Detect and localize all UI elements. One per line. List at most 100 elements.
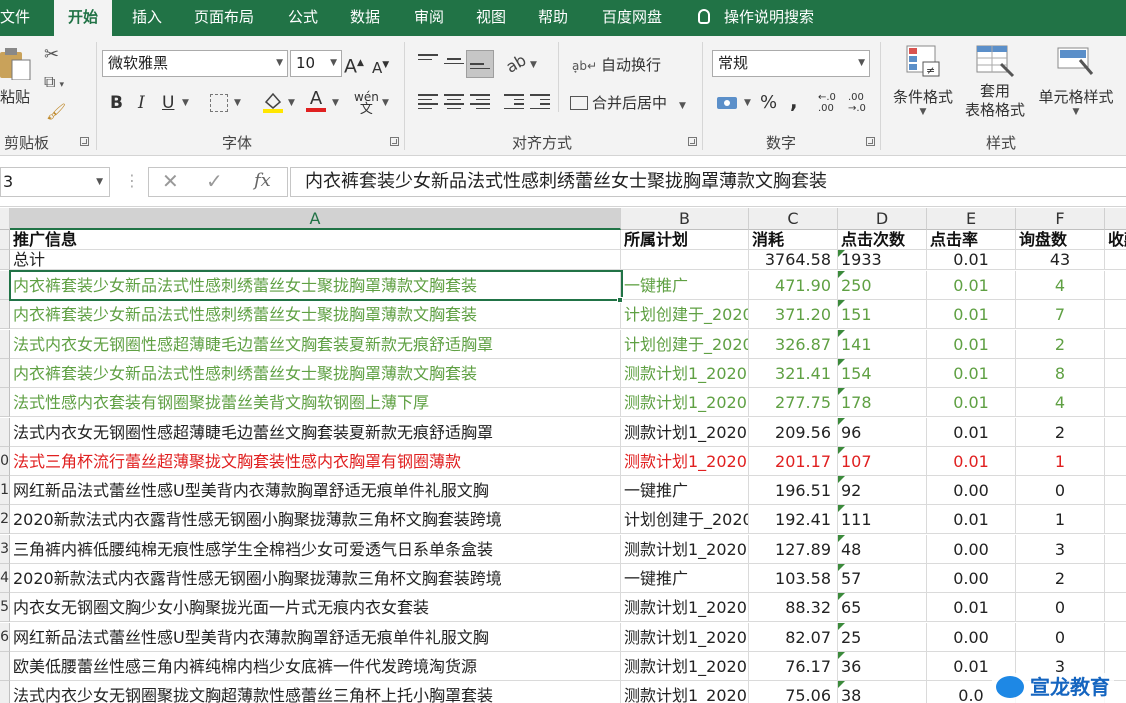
- plan-cell[interactable]: 计划创建于_2020: [621, 505, 749, 534]
- total-cost-cell[interactable]: 3764.58: [749, 250, 838, 270]
- borders-icon[interactable]: [210, 94, 228, 112]
- row-header[interactable]: [0, 250, 10, 270]
- clicks-cell[interactable]: 141: [838, 330, 927, 359]
- ctr-cell[interactable]: 0.01: [927, 359, 1016, 388]
- orientation-icon[interactable]: ab: [503, 50, 530, 76]
- info-cell[interactable]: 网红新品法式蕾丝性感U型美背内衣薄款胸罩舒适无痕单件礼服文胸: [10, 623, 621, 652]
- ctr-cell[interactable]: 0.00: [927, 535, 1016, 564]
- comma-style-button[interactable]: ,: [790, 90, 798, 112]
- info-cell[interactable]: 内衣裤套装少女新品法式性感刺绣蕾丝女士聚拢胸罩薄款文胸套装: [10, 359, 621, 388]
- favorites-cell[interactable]: [1105, 476, 1126, 505]
- cost-cell[interactable]: 76.17: [749, 652, 838, 681]
- clicks-cell[interactable]: 111: [838, 505, 927, 534]
- info-cell[interactable]: 法式性感内衣套装有钢圈聚拢蕾丝美背文胸软钢圈上薄下厚: [10, 388, 621, 417]
- total-plan-cell[interactable]: [621, 250, 749, 270]
- info-cell[interactable]: 内衣女无钢圈文胸少女小胸聚拢光面一片式无痕内衣女套装: [10, 593, 621, 622]
- inquiries-cell[interactable]: 3: [1016, 535, 1105, 564]
- info-cell[interactable]: 法式三角杯流行蕾丝超薄聚拢文胸套装性感内衣胸罩有钢圈薄款: [10, 447, 621, 476]
- inquiries-cell[interactable]: 0: [1016, 593, 1105, 622]
- row-header[interactable]: [0, 359, 10, 388]
- align-center-icon[interactable]: [444, 94, 464, 110]
- header-cell-plan[interactable]: 所属计划: [621, 230, 749, 250]
- favorites-cell[interactable]: [1105, 535, 1126, 564]
- chevron-down-icon[interactable]: ▼: [182, 98, 189, 108]
- tell-me-search[interactable]: 操作说明搜索: [698, 0, 814, 36]
- fill-color-button[interactable]: [262, 90, 284, 118]
- clicks-cell[interactable]: 107: [838, 447, 927, 476]
- favorites-cell[interactable]: [1105, 330, 1126, 359]
- chevron-down-icon[interactable]: ▼: [382, 98, 389, 108]
- favorites-cell[interactable]: [1105, 623, 1126, 652]
- row-header[interactable]: 5: [0, 593, 10, 622]
- info-cell[interactable]: 内衣裤套装少女新品法式性感刺绣蕾丝女士聚拢胸罩薄款文胸套装: [10, 300, 621, 329]
- column-header-a[interactable]: A: [10, 208, 621, 230]
- tab-page-layout[interactable]: 页面布局: [194, 0, 254, 36]
- cost-cell[interactable]: 127.89: [749, 535, 838, 564]
- number-launcher-icon[interactable]: [866, 137, 875, 146]
- header-cell-cost[interactable]: 消耗: [749, 230, 838, 250]
- inquiries-cell[interactable]: 2: [1016, 418, 1105, 447]
- clicks-cell[interactable]: 38: [838, 681, 927, 703]
- row-header[interactable]: 1: [0, 476, 10, 505]
- column-header-f[interactable]: F: [1016, 208, 1105, 230]
- font-size-select[interactable]: 10 ▼: [290, 50, 342, 77]
- tab-data[interactable]: 数据: [350, 0, 380, 36]
- total-inquiries-cell[interactable]: 43: [1016, 250, 1105, 270]
- tab-view[interactable]: 视图: [476, 0, 506, 36]
- plan-cell[interactable]: 测款计划1_2020: [621, 359, 749, 388]
- clicks-cell[interactable]: 154: [838, 359, 927, 388]
- row-header[interactable]: [0, 300, 10, 329]
- chevron-down-icon[interactable]: ▼: [288, 98, 295, 108]
- decrease-decimal-button[interactable]: .00 →.0: [848, 92, 874, 114]
- info-cell[interactable]: 欧美低腰蕾丝性感三角内裤纯棉内档少女底裤一件代发跨境淘货源: [10, 652, 621, 681]
- ctr-cell[interactable]: 0.01: [927, 505, 1016, 534]
- tab-help[interactable]: 帮助: [538, 0, 568, 36]
- favorites-cell[interactable]: [1105, 447, 1126, 476]
- row-header[interactable]: [0, 388, 10, 417]
- row-header[interactable]: [0, 330, 10, 359]
- chevron-down-icon[interactable]: ▼: [530, 60, 537, 70]
- row-header[interactable]: 6: [0, 623, 10, 652]
- font-name-select[interactable]: 微软雅黑 ▼: [102, 50, 288, 77]
- cost-cell[interactable]: 196.51: [749, 476, 838, 505]
- ctr-cell[interactable]: 0.01: [927, 388, 1016, 417]
- plan-cell[interactable]: 测款计划1_2020: [621, 593, 749, 622]
- cost-cell[interactable]: 88.32: [749, 593, 838, 622]
- copy-icon[interactable]: ⧉ ▾: [44, 72, 64, 92]
- inquiries-cell[interactable]: 0: [1016, 476, 1105, 505]
- increase-decimal-button[interactable]: ←.0 .00: [818, 92, 844, 114]
- inquiries-cell[interactable]: 1: [1016, 447, 1105, 476]
- font-launcher-icon[interactable]: [390, 137, 399, 146]
- cost-cell[interactable]: 192.41: [749, 505, 838, 534]
- number-format-select[interactable]: 常规 ▼: [712, 50, 870, 77]
- accounting-format-button[interactable]: [716, 94, 738, 116]
- total-ctr-cell[interactable]: 0.01: [927, 250, 1016, 270]
- header-cell-info[interactable]: 推广信息: [10, 230, 621, 250]
- inquiries-cell[interactable]: 4: [1016, 388, 1105, 417]
- cost-cell[interactable]: 103.58: [749, 564, 838, 593]
- enter-check-icon[interactable]: ✓: [206, 169, 223, 193]
- column-header-b[interactable]: B: [621, 208, 749, 230]
- chevron-down-icon[interactable]: ▼: [234, 98, 241, 108]
- plan-cell[interactable]: 测款计划1_2020: [621, 418, 749, 447]
- align-middle-icon[interactable]: [444, 58, 464, 74]
- ctr-cell[interactable]: 0.01: [927, 593, 1016, 622]
- clicks-cell[interactable]: 92: [838, 476, 927, 505]
- row-header[interactable]: 2: [0, 505, 10, 534]
- row-header[interactable]: [0, 418, 10, 447]
- chevron-down-icon[interactable]: ▼: [332, 98, 339, 108]
- header-cell-clicks[interactable]: 点击次数: [838, 230, 927, 250]
- cell-styles-button[interactable]: 单元格样式 ▼: [1032, 44, 1120, 117]
- align-right-icon[interactable]: [470, 94, 490, 110]
- clicks-cell[interactable]: 25: [838, 623, 927, 652]
- shrink-font-button[interactable]: A▼: [372, 54, 389, 79]
- total-favorites-cell[interactable]: [1105, 250, 1126, 270]
- info-cell[interactable]: 2020新款法式内衣露背性感无钢圈小胸聚拢薄款三角杯文胸套装跨境: [10, 505, 621, 534]
- info-cell[interactable]: 三角裤内裤低腰纯棉无痕性感学生全棉裆少女可爱透气日系单条盒装: [10, 535, 621, 564]
- clicks-cell[interactable]: 178: [838, 388, 927, 417]
- tab-formulas[interactable]: 公式: [288, 0, 318, 36]
- merge-center-button[interactable]: 合并后居中 ▼: [570, 92, 686, 113]
- cost-cell[interactable]: 326.87: [749, 330, 838, 359]
- increase-indent-icon[interactable]: [530, 94, 550, 110]
- ctr-cell[interactable]: 0.01: [927, 300, 1016, 329]
